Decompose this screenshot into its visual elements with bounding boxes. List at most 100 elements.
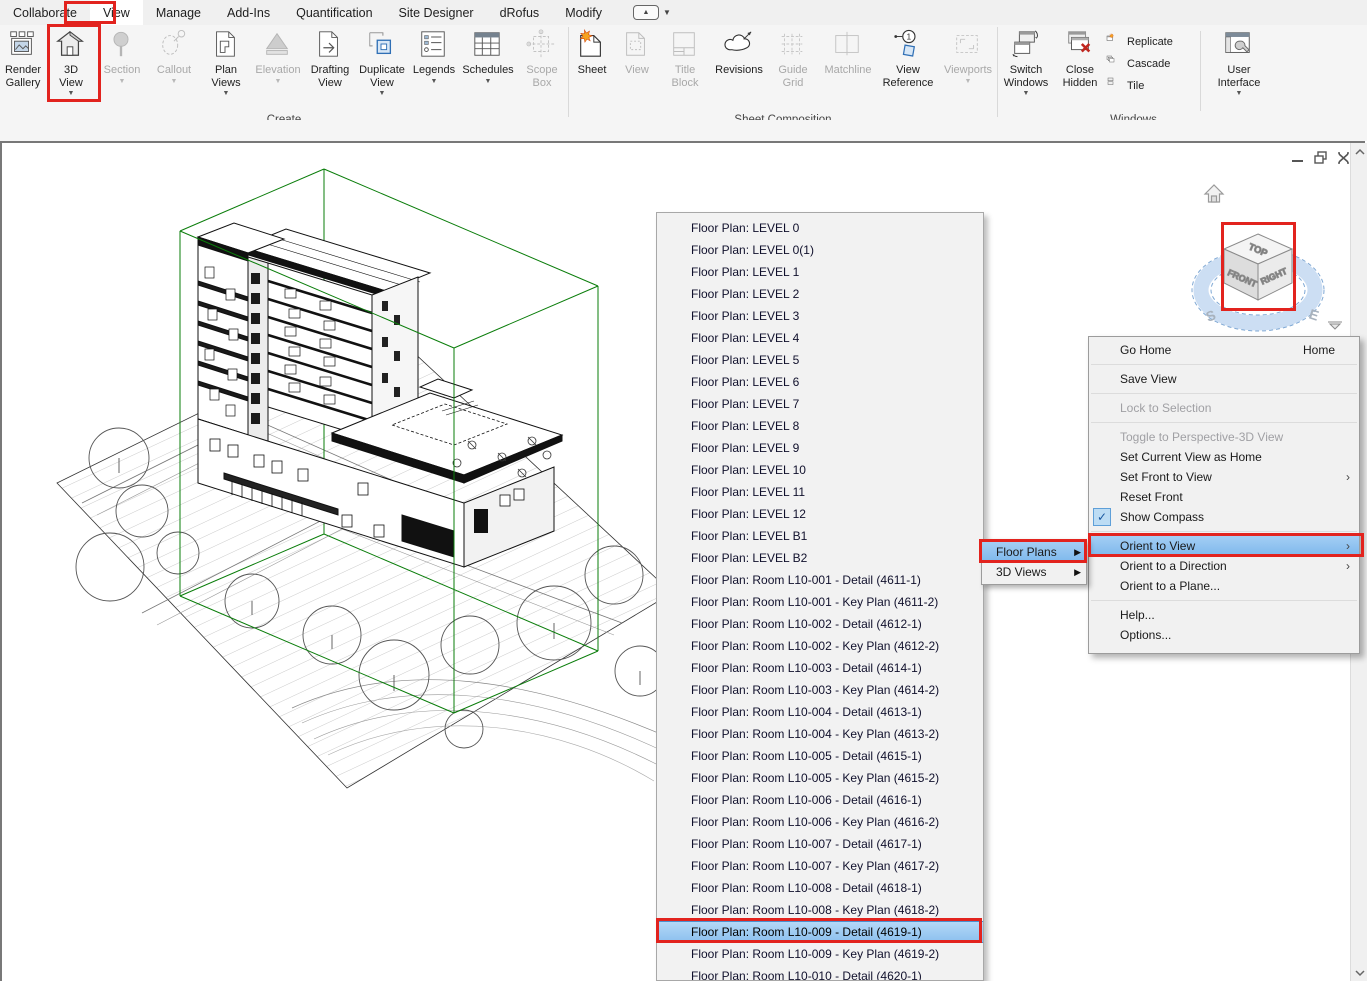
button-sheet[interactable]: Sheet [569, 27, 615, 113]
list-item[interactable]: Floor Plan: LEVEL B1 [657, 525, 983, 547]
switch-windows-icon [1010, 29, 1042, 61]
button-switch-windows[interactable]: Switch Windows▼ [998, 27, 1054, 113]
button-close-hidden[interactable]: Close Hidden [1054, 27, 1106, 113]
button-guide-grid: Guide Grid [767, 27, 819, 113]
close-view-icon[interactable] [1336, 150, 1351, 165]
menu-item-label: Lock to Selection [1120, 401, 1211, 415]
menu-item-save-view[interactable]: Save View [1089, 369, 1359, 389]
menu-item-orient-to-view[interactable]: Orient to View› [1089, 536, 1359, 556]
button-plan-views[interactable]: Plan Views▼ [200, 27, 252, 113]
chevron-down-icon: ▼ [431, 78, 438, 85]
list-item[interactable]: Floor Plan: LEVEL 11 [657, 481, 983, 503]
list-item[interactable]: Floor Plan: Room L10-008 - Key Plan (461… [657, 899, 983, 921]
list-item[interactable]: Floor Plan: LEVEL 6 [657, 371, 983, 393]
menu-item-set-current-view-as-home[interactable]: Set Current View as Home [1089, 447, 1359, 467]
tab-label: dRofus [500, 6, 540, 20]
viewcube-menu-arrow[interactable] [1328, 322, 1342, 329]
list-item[interactable]: Floor Plan: Room L10-008 - Detail (4618-… [657, 877, 983, 899]
viewcube-cube[interactable]: TOP FRONT RIGHT [1224, 234, 1292, 300]
button-label: 3D View [59, 64, 83, 89]
list-item[interactable]: Floor Plan: LEVEL 3 [657, 305, 983, 327]
tab-view[interactable]: View [90, 0, 143, 25]
button-render-gallery[interactable]: Render Gallery [0, 27, 46, 113]
list-item[interactable]: Floor Plan: Room L10-007 - Key Plan (461… [657, 855, 983, 877]
button-replicate[interactable]: Replicate [1106, 33, 1192, 50]
button-3d-view[interactable]: 3D View▼ [46, 27, 96, 113]
list-item[interactable]: Floor Plan: Room L10-005 - Key Plan (461… [657, 767, 983, 789]
model-3d-building[interactable] [2, 143, 702, 843]
menu-item-orient-to-a-direction[interactable]: Orient to a Direction› [1089, 556, 1359, 576]
button-view-reference[interactable]: 1View Reference [877, 27, 939, 113]
list-item[interactable]: Floor Plan: Room L10-009 - Key Plan (461… [657, 943, 983, 965]
list-item[interactable]: Floor Plan: LEVEL 2 [657, 283, 983, 305]
list-item[interactable]: Floor Plan: Room L10-009 - Detail (4619-… [657, 921, 983, 943]
tab-quantification[interactable]: Quantification [283, 0, 385, 25]
list-item[interactable]: Floor Plan: Room L10-005 - Detail (4615-… [657, 745, 983, 767]
list-item[interactable]: Floor Plan: LEVEL 1 [657, 261, 983, 283]
menu-item-options[interactable]: Options... [1089, 625, 1359, 645]
restore-view-icon[interactable] [1313, 150, 1328, 165]
button-label: Title Block [672, 64, 699, 89]
chevron-down-icon: ▼ [171, 78, 178, 85]
submenu-item-floor-plans[interactable]: Floor Plans▶ [982, 542, 1086, 562]
list-item[interactable]: Floor Plan: Room L10-003 - Detail (4614-… [657, 657, 983, 679]
list-item[interactable]: Floor Plan: LEVEL 0(1) [657, 239, 983, 261]
list-item[interactable]: Floor Plan: Room L10-001 - Detail (4611-… [657, 569, 983, 591]
button-legends[interactable]: Legends▼ [408, 27, 460, 113]
list-item[interactable]: Floor Plan: LEVEL 5 [657, 349, 983, 371]
ribbon-minimize-control[interactable]: ▲ ▼ [633, 0, 671, 25]
button-user-interface[interactable]: User Interface▼ [1209, 27, 1269, 113]
list-item[interactable]: Floor Plan: Room L10-004 - Detail (4613-… [657, 701, 983, 723]
menu-item-go-home[interactable]: Go HomeHome [1089, 340, 1359, 360]
list-item[interactable]: Floor Plan: LEVEL 8 [657, 415, 983, 437]
list-item[interactable]: Floor Plan: Room L10-001 - Key Plan (461… [657, 591, 983, 613]
list-item[interactable]: Floor Plan: Room L10-002 - Detail (4612-… [657, 613, 983, 635]
list-item[interactable]: Floor Plan: Room L10-006 - Key Plan (461… [657, 811, 983, 833]
minimize-view-icon[interactable] [1290, 150, 1305, 165]
list-item[interactable]: Floor Plan: LEVEL 0 [657, 217, 983, 239]
home-icon[interactable] [1205, 185, 1223, 202]
viewcube[interactable]: S E TOP FRONT RIGHT [1180, 150, 1360, 345]
view-reference-icon: 1 [892, 29, 924, 61]
list-item[interactable]: Floor Plan: LEVEL 7 [657, 393, 983, 415]
tab-manage[interactable]: Manage [143, 0, 214, 25]
tab-drofus[interactable]: dRofus [487, 0, 553, 25]
list-item[interactable]: Floor Plan: LEVEL 9 [657, 437, 983, 459]
button-revisions[interactable]: Revisions [711, 27, 767, 113]
button-label: Callout [157, 64, 191, 77]
button-label: Legends [413, 64, 455, 77]
menu-item-help[interactable]: Help... [1089, 605, 1359, 625]
list-item[interactable]: Floor Plan: Room L10-010 - Detail (4620-… [657, 965, 983, 981]
button-duplicate-view[interactable]: Duplicate View▼ [356, 27, 408, 113]
submenu-item-3d-views[interactable]: 3D Views▶ [982, 562, 1086, 582]
tab-collaborate[interactable]: Collaborate [0, 0, 90, 25]
schedules-icon [472, 29, 504, 61]
tab-site-designer[interactable]: Site Designer [386, 0, 487, 25]
list-item[interactable]: Floor Plan: Room L10-003 - Key Plan (461… [657, 679, 983, 701]
menu-item-set-front-to-view[interactable]: Set Front to View› [1089, 467, 1359, 487]
scroll-down-icon[interactable] [1351, 964, 1367, 981]
button-schedules[interactable]: Schedules▼ [460, 27, 516, 113]
list-item[interactable]: Floor Plan: Room L10-007 - Detail (4617-… [657, 833, 983, 855]
menu-item-show-compass[interactable]: Show Compass✓ [1089, 507, 1359, 527]
button-label: Close Hidden [1063, 64, 1098, 89]
list-item[interactable]: Floor Plan: LEVEL B2 [657, 547, 983, 569]
button-drafting-view[interactable]: Drafting View [304, 27, 356, 113]
list-item[interactable]: Floor Plan: LEVEL 12 [657, 503, 983, 525]
tab-label: Modify [565, 6, 602, 20]
button-tile[interactable]: Tile [1106, 77, 1192, 94]
menu-item-reset-front[interactable]: Reset Front [1089, 487, 1359, 507]
menu-item-orient-to-a-plane[interactable]: Orient to a Plane... [1089, 576, 1359, 596]
list-item[interactable]: Floor Plan: Room L10-004 - Key Plan (461… [657, 723, 983, 745]
button-matchline: Matchline [819, 27, 877, 113]
scroll-up-icon[interactable] [1351, 143, 1367, 160]
list-item[interactable]: Floor Plan: Room L10-002 - Key Plan (461… [657, 635, 983, 657]
cascade-icon [1106, 55, 1123, 72]
button-cascade[interactable]: Cascade [1106, 55, 1192, 72]
tab-modify[interactable]: Modify [552, 0, 615, 25]
tab-add-ins[interactable]: Add-Ins [214, 0, 283, 25]
list-item[interactable]: Floor Plan: LEVEL 10 [657, 459, 983, 481]
list-item[interactable]: Floor Plan: Room L10-006 - Detail (4616-… [657, 789, 983, 811]
submenu-arrow-icon: ▶ [1074, 562, 1081, 582]
list-item[interactable]: Floor Plan: LEVEL 4 [657, 327, 983, 349]
